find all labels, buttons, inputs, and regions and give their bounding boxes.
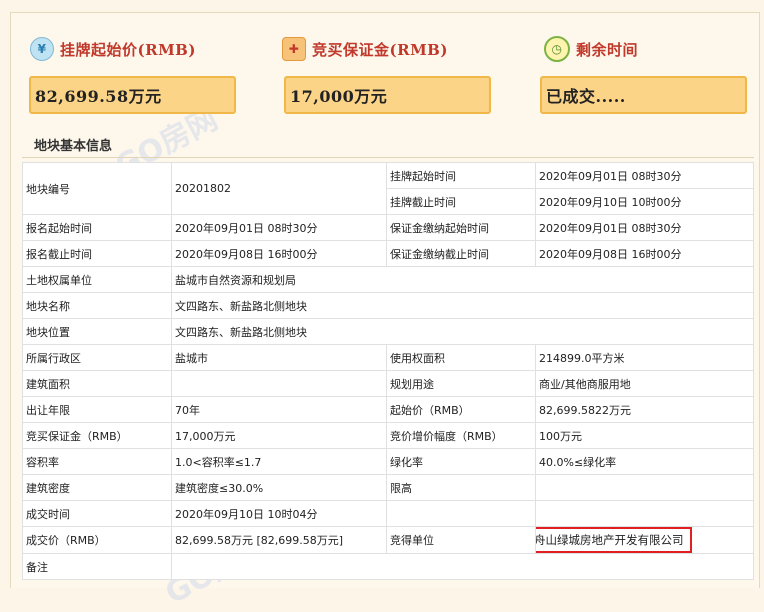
row-value: 1.0<容积率≤1.7 <box>171 448 387 475</box>
row-value: 82,699.5822万元 <box>535 396 754 423</box>
row-label: 容积率 <box>22 448 172 475</box>
deposit-value: 17,000万元 <box>284 76 491 114</box>
remaining-time-header: ◷ 剩余时间 <box>544 36 638 62</box>
row-label: 竞得单位 <box>386 526 536 554</box>
plot-no-value: 20201802 <box>171 162 387 215</box>
list-start-label: 挂牌起始时间 <box>386 162 536 189</box>
row-value <box>171 553 754 580</box>
row-value: 2020年09月08日 16时00分 <box>535 240 754 267</box>
row-value: 2020年09月10日 10时04分 <box>171 500 387 527</box>
table-row: 成交价（RMB） 82,699.58万元 [82,699.58万元] 竞得单位 … <box>22 526 754 554</box>
start-price-label: 挂牌起始价(RMB) <box>60 40 196 59</box>
table-row: 报名起始时间 2020年09月01日 08时30分 保证金缴纳起始时间 2020… <box>22 214 754 241</box>
row-label: 限高 <box>386 474 536 501</box>
row-label: 规划用途 <box>386 370 536 397</box>
section-title: 地块基本信息 <box>34 139 113 154</box>
row-label <box>386 500 536 527</box>
list-end-label: 挂牌截止时间 <box>386 188 536 215</box>
money-bag-icon: ¥ <box>30 37 54 61</box>
row-value: 40.0%≤绿化率 <box>535 448 754 475</box>
row-value: 盐城市 <box>171 344 387 371</box>
table-row: 地块名称 文四路东、新盐路北侧地块 <box>22 292 754 319</box>
row-label: 起始价（RMB） <box>386 396 536 423</box>
row-label: 建筑密度 <box>22 474 172 501</box>
row-label: 出让年限 <box>22 396 172 423</box>
row-label: 保证金缴纳起始时间 <box>386 214 536 241</box>
row-value: 建筑密度≤30.0% <box>171 474 387 501</box>
deposit-header: ✚ 竞买保证金(RMB) <box>282 36 448 62</box>
table-row: 成交时间 2020年09月10日 10时04分 <box>22 500 754 527</box>
row-value: 盐城市自然资源和规划局 <box>171 266 754 293</box>
row-label: 竞价增价幅度（RMB） <box>386 422 536 449</box>
row-value: 商业/其他商服用地 <box>535 370 754 397</box>
row-value: 文四路东、新盐路北侧地块 <box>171 292 754 319</box>
table-row: 报名截止时间 2020年09月08日 16时00分 保证金缴纳截止时间 2020… <box>22 240 754 267</box>
list-end-value: 2020年09月10日 10时00分 <box>535 188 754 215</box>
clock-icon: ◷ <box>544 36 570 62</box>
table-row: 容积率 1.0<容积率≤1.7 绿化率 40.0%≤绿化率 <box>22 448 754 475</box>
row-value: 100万元 <box>535 422 754 449</box>
row-label: 绿化率 <box>386 448 536 475</box>
row-label: 成交价（RMB） <box>22 526 172 554</box>
deposit-label: 竞买保证金(RMB) <box>312 40 448 59</box>
row-label: 成交时间 <box>22 500 172 527</box>
table-row: 竞买保证金（RMB） 17,000万元 竞价增价幅度（RMB） 100万元 <box>22 422 754 449</box>
table-row: 建筑面积 规划用途 商业/其他商服用地 <box>22 370 754 397</box>
start-price-header: ¥ 挂牌起始价(RMB) <box>30 36 196 62</box>
row-value: 2020年09月01日 08时30分 <box>171 214 387 241</box>
winner-cell: 舟山绿城房地产开发有限公司 <box>535 526 754 554</box>
row-label: 报名截止时间 <box>22 240 172 267</box>
start-price-value: 82,699.58万元 <box>29 76 236 114</box>
row-value <box>171 370 387 397</box>
row-value: 17,000万元 <box>171 422 387 449</box>
row-value <box>535 474 754 501</box>
plot-info-table: 地块编号 20201802 挂牌起始时间 2020年09月01日 08时30分 … <box>22 162 754 580</box>
row-label: 报名起始时间 <box>22 214 172 241</box>
row-label: 地块名称 <box>22 292 172 319</box>
row-label: 地块位置 <box>22 318 172 345</box>
row-label: 使用权面积 <box>386 344 536 371</box>
table-row: 土地权属单位 盐城市自然资源和规划局 <box>22 266 754 293</box>
table-row: 出让年限 70年 起始价（RMB） 82,699.5822万元 <box>22 396 754 423</box>
table-row: 备注 <box>22 553 754 580</box>
row-label: 土地权属单位 <box>22 266 172 293</box>
list-start-value: 2020年09月01日 08时30分 <box>535 162 754 189</box>
deposit-icon: ✚ <box>282 37 306 61</box>
row-label: 保证金缴纳截止时间 <box>386 240 536 267</box>
remaining-time-label: 剩余时间 <box>576 40 639 59</box>
winning-bidder-highlight: 舟山绿城房地产开发有限公司 <box>536 527 692 553</box>
row-value <box>535 500 754 527</box>
table-row: 所属行政区 盐城市 使用权面积 214899.0平方米 <box>22 344 754 371</box>
row-value: 82,699.58万元 [82,699.58万元] <box>171 526 387 554</box>
row-value: 2020年09月08日 16时00分 <box>171 240 387 267</box>
row-label: 备注 <box>22 553 172 580</box>
row-value: 2020年09月01日 08时30分 <box>535 214 754 241</box>
row-label: 竞买保证金（RMB） <box>22 422 172 449</box>
remaining-time-value: 已成交..... <box>540 76 747 114</box>
row-value: 文四路东、新盐路北侧地块 <box>171 318 754 345</box>
row-value: 214899.0平方米 <box>535 344 754 371</box>
row-label: 所属行政区 <box>22 344 172 371</box>
row-label: 建筑面积 <box>22 370 172 397</box>
plot-no-label: 地块编号 <box>22 162 172 215</box>
section-divider <box>22 157 754 158</box>
row-value: 70年 <box>171 396 387 423</box>
table-row: 地块位置 文四路东、新盐路北侧地块 <box>22 318 754 345</box>
table-row: 建筑密度 建筑密度≤30.0% 限高 <box>22 474 754 501</box>
table-row: 地块编号 20201802 挂牌起始时间 2020年09月01日 08时30分 <box>22 162 754 215</box>
